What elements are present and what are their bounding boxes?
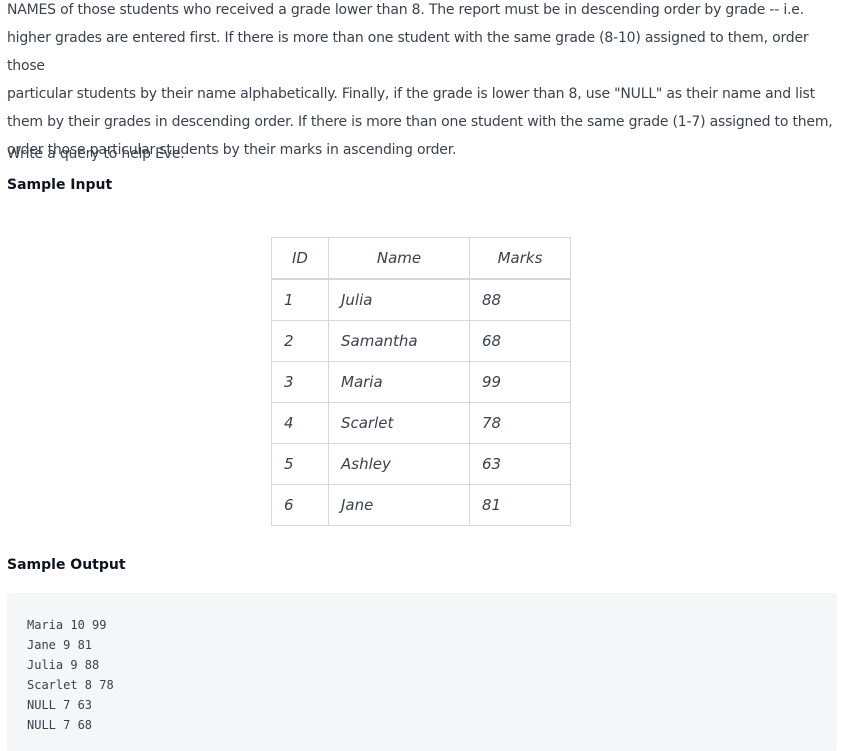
cell-name: Julia [328,278,470,321]
table-row: 2 Samantha 68 [271,320,571,362]
problem-line: higher grades are entered first. If ther… [7,30,809,74]
cell-id: 3 [271,361,329,403]
problem-line: them by their grades in descending order… [7,114,833,130]
table-row: 6 Jane 81 [271,484,571,526]
cell-marks: 88 [469,278,571,321]
output-line: NULL 7 68 [27,718,93,732]
cell-marks: 63 [469,443,571,485]
table-row: 3 Maria 99 [271,361,571,403]
cell-id: 1 [271,278,329,321]
output-line: Maria 10 99 [27,618,107,632]
sample-input-heading: Sample Input [7,177,113,193]
cell-id: 5 [271,443,329,485]
cell-id: 2 [271,320,329,362]
table-row: 5 Ashley 63 [271,443,571,485]
table-row: 1 Julia 88 [271,278,571,321]
sample-input-table: ID Name Marks 1 Julia 88 2 Samantha 68 3… [271,237,571,526]
output-line: Julia 9 88 [27,658,100,672]
output-line: Jane 9 81 [27,638,93,652]
cell-name: Maria [328,361,470,403]
cell-marks: 68 [469,320,571,362]
column-header-marks: Marks [469,237,571,280]
cell-id: 4 [271,402,329,444]
table-header-row: ID Name Marks [271,237,571,280]
question-text: Write a query to help Eve. [7,146,185,162]
problem-line: particular students by their name alphab… [7,86,815,102]
cell-name: Jane [328,484,470,526]
output-line: Scarlet 8 78 [27,678,114,692]
cell-marks: 99 [469,361,571,403]
output-line: NULL 7 63 [27,698,93,712]
sample-output-box: Maria 10 99 Jane 9 81 Julia 9 88 Scarlet… [7,593,837,751]
cell-name: Scarlet [328,402,470,444]
cell-marks: 78 [469,402,571,444]
column-header-id: ID [271,237,329,280]
cell-name: Ashley [328,443,470,485]
cell-id: 6 [271,484,329,526]
sample-output-heading: Sample Output [7,557,126,573]
column-header-name: Name [328,237,470,280]
table-row: 4 Scarlet 78 [271,402,571,444]
problem-line: NAMES of those students who received a g… [7,2,804,18]
cell-marks: 81 [469,484,571,526]
problem-statement: NAMES of those students who received a g… [7,0,839,164]
sample-output-code: Maria 10 99 Jane 9 81 Julia 9 88 Scarlet… [27,615,114,735]
cell-name: Samantha [328,320,470,362]
